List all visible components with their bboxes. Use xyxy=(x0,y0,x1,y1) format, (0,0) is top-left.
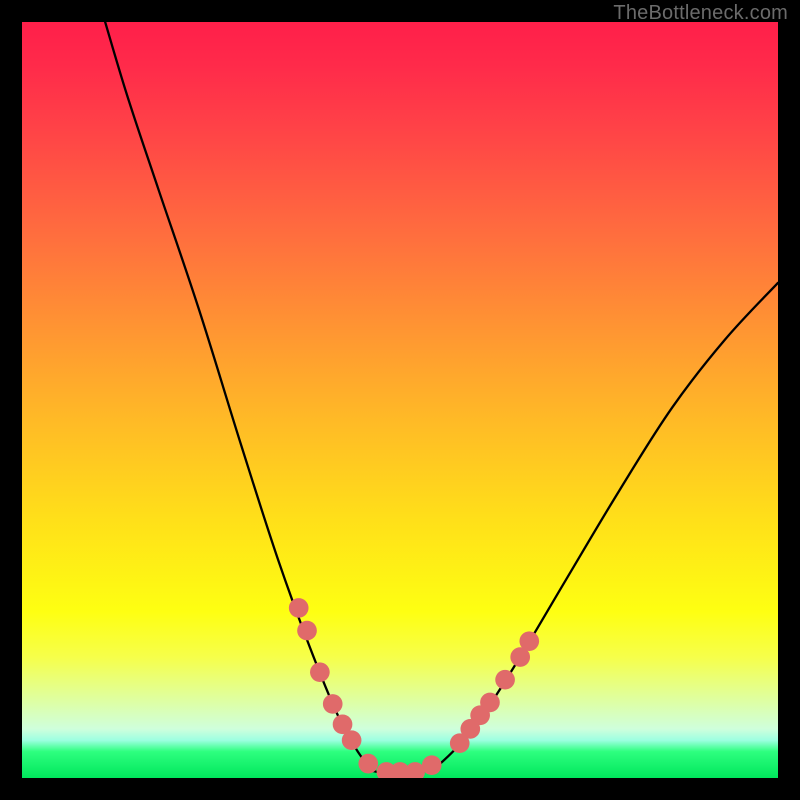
data-marker xyxy=(323,694,343,714)
data-marker xyxy=(495,670,515,690)
data-marker xyxy=(519,631,539,651)
data-marker xyxy=(358,754,378,774)
data-marker xyxy=(480,693,500,713)
data-marker xyxy=(297,621,317,641)
data-marker xyxy=(310,662,330,682)
plot-area xyxy=(22,22,778,778)
chart-frame: TheBottleneck.com xyxy=(0,0,800,800)
watermark-label: TheBottleneck.com xyxy=(613,2,788,25)
data-marker xyxy=(422,755,442,775)
curve-layer xyxy=(22,22,778,778)
data-marker xyxy=(289,598,309,618)
bottleneck-curve xyxy=(105,22,778,774)
data-marker xyxy=(342,730,362,750)
